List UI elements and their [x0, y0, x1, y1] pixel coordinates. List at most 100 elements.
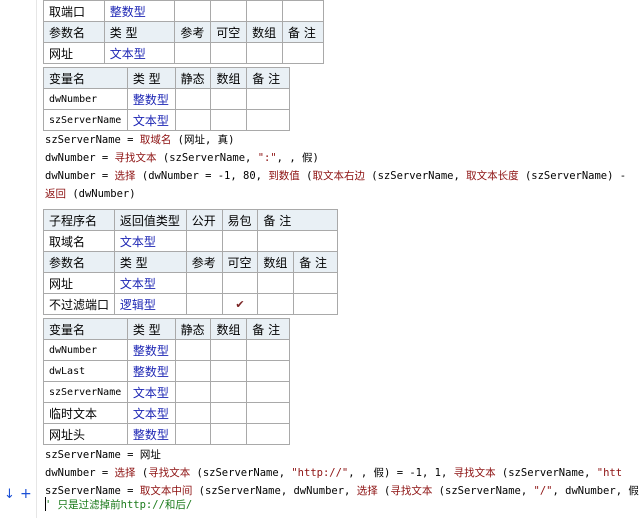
cell[interactable]	[246, 109, 290, 131]
col-header-note: 备 注	[293, 251, 338, 273]
col-header-type: 类 型	[126, 67, 176, 89]
cell[interactable]	[210, 423, 248, 445]
var-type-cell[interactable]: 文本型	[126, 109, 176, 131]
return-type-cell[interactable]: 文本型	[113, 230, 187, 252]
cell[interactable]	[185, 293, 223, 315]
var-name-cell[interactable]: 临时文本	[43, 402, 128, 424]
code-line[interactable]: 返回 (dwNumber)	[45, 185, 136, 203]
comment-line[interactable]: ' 只是过滤掉前http://和后/	[45, 496, 192, 514]
var-name-cell[interactable]: dwNumber	[43, 88, 128, 110]
col-header-public: 公开	[185, 209, 223, 231]
cell[interactable]	[210, 42, 248, 64]
var-table-2: 变量名 类 型 静态 数组 备 注 dwNumber 整数型 dwLast 整数…	[43, 318, 290, 445]
var-name-cell[interactable]: dwLast	[43, 360, 128, 382]
cell[interactable]	[246, 88, 290, 110]
cell	[174, 0, 212, 22]
col-header-array: 数组	[210, 318, 248, 340]
text-cursor	[45, 497, 46, 511]
col-header-array: 数组	[210, 67, 248, 89]
return-type-cell[interactable]: 整数型	[103, 0, 176, 22]
code-line[interactable]: szServerName = 网址	[45, 446, 161, 464]
plus-icon[interactable]: +	[20, 487, 32, 501]
var-name-cell[interactable]: 网址头	[43, 423, 128, 445]
cell[interactable]	[257, 230, 338, 252]
cell[interactable]	[210, 402, 248, 424]
col-header-array: 数组	[246, 21, 284, 43]
cell[interactable]	[257, 272, 295, 294]
code-line[interactable]: szServerName = 取域名 (网址, 真)	[45, 131, 234, 149]
cell	[246, 0, 284, 22]
sub-name-cell[interactable]: 取域名	[43, 230, 115, 252]
gutter-divider	[36, 0, 37, 518]
cell[interactable]	[174, 402, 212, 424]
col-header-param-name: 参数名	[43, 21, 105, 43]
col-header-return-type: 返回值类型	[113, 209, 187, 231]
cell[interactable]	[174, 88, 212, 110]
cell[interactable]	[210, 88, 248, 110]
col-header-note: 备 注	[246, 318, 290, 340]
nullable-check-icon[interactable]: ✔	[221, 293, 259, 315]
col-header-sub-name: 子程序名	[43, 209, 115, 231]
var-name-cell[interactable]: szServerName	[43, 381, 128, 403]
cell[interactable]	[221, 272, 259, 294]
var-name-cell[interactable]: dwNumber	[43, 339, 128, 361]
code-line[interactable]: dwNumber = 选择 (dwNumber = -1, 80, 到数值 (取…	[45, 167, 626, 185]
editor-gutter	[0, 0, 38, 518]
cell[interactable]	[174, 42, 212, 64]
cell[interactable]	[174, 360, 212, 382]
param-name-cell[interactable]: 网址	[43, 42, 105, 64]
cell[interactable]	[174, 381, 212, 403]
col-header-static: 静态	[174, 67, 212, 89]
col-header-var-name: 变量名	[43, 67, 128, 89]
cell[interactable]	[282, 42, 324, 64]
cell[interactable]	[246, 360, 290, 382]
var-type-cell[interactable]: 文本型	[126, 402, 176, 424]
col-header-ref: 参考	[174, 21, 212, 43]
var-type-cell[interactable]: 整数型	[126, 423, 176, 445]
col-header-type: 类 型	[113, 251, 187, 273]
var-table-1: 变量名 类 型 静态 数组 备 注 dwNumber 整数型 szServerN…	[43, 67, 290, 131]
cell[interactable]	[246, 339, 290, 361]
param-type-cell[interactable]: 文本型	[103, 42, 176, 64]
col-header-note: 备 注	[282, 21, 324, 43]
col-header-param-name: 参数名	[43, 251, 115, 273]
col-header-type: 类 型	[126, 318, 176, 340]
cell	[210, 0, 248, 22]
col-header-note: 备 注	[257, 209, 338, 231]
subroutine-table-2: 子程序名 返回值类型 公开 易包 备 注 取域名 文本型 参数名 类 型 参考 …	[43, 209, 338, 315]
cell[interactable]	[174, 109, 212, 131]
var-type-cell[interactable]: 文本型	[126, 381, 176, 403]
cell[interactable]	[246, 42, 284, 64]
cell[interactable]	[246, 381, 290, 403]
param-name-cell[interactable]: 网址	[43, 272, 115, 294]
param-table-1: 取端口 整数型 参数名 类 型 参考 可空 数组 备 注 网址 文本型	[43, 0, 324, 64]
cell[interactable]	[293, 272, 338, 294]
cell[interactable]	[246, 402, 290, 424]
cell[interactable]	[210, 339, 248, 361]
cell[interactable]	[210, 109, 248, 131]
var-type-cell[interactable]: 整数型	[126, 360, 176, 382]
cell[interactable]	[185, 230, 223, 252]
cell[interactable]	[293, 293, 338, 315]
cell[interactable]	[257, 293, 295, 315]
code-line[interactable]: dwNumber = 寻找文本 (szServerName, ":", , 假)	[45, 149, 319, 167]
cell[interactable]	[174, 423, 212, 445]
var-name-cell[interactable]: szServerName	[43, 109, 128, 131]
cell[interactable]	[221, 230, 259, 252]
param-type-cell[interactable]: 逻辑型	[113, 293, 187, 315]
var-type-cell[interactable]: 整数型	[126, 88, 176, 110]
sub-name-cell[interactable]: 取端口	[43, 0, 105, 22]
var-type-cell[interactable]: 整数型	[126, 339, 176, 361]
cell[interactable]	[246, 423, 290, 445]
param-name-cell[interactable]: 不过滤端口	[43, 293, 115, 315]
cell[interactable]	[185, 272, 223, 294]
code-line[interactable]: dwNumber = 选择 (寻找文本 (szServerName, "http…	[45, 464, 622, 482]
col-header-nullable: 可空	[210, 21, 248, 43]
cell[interactable]	[210, 360, 248, 382]
param-type-cell[interactable]: 文本型	[113, 272, 187, 294]
cell[interactable]	[174, 339, 212, 361]
cell[interactable]	[210, 381, 248, 403]
col-header-array: 数组	[257, 251, 295, 273]
col-header-static: 静态	[174, 318, 212, 340]
down-arrow-icon[interactable]: ↓	[4, 488, 15, 502]
